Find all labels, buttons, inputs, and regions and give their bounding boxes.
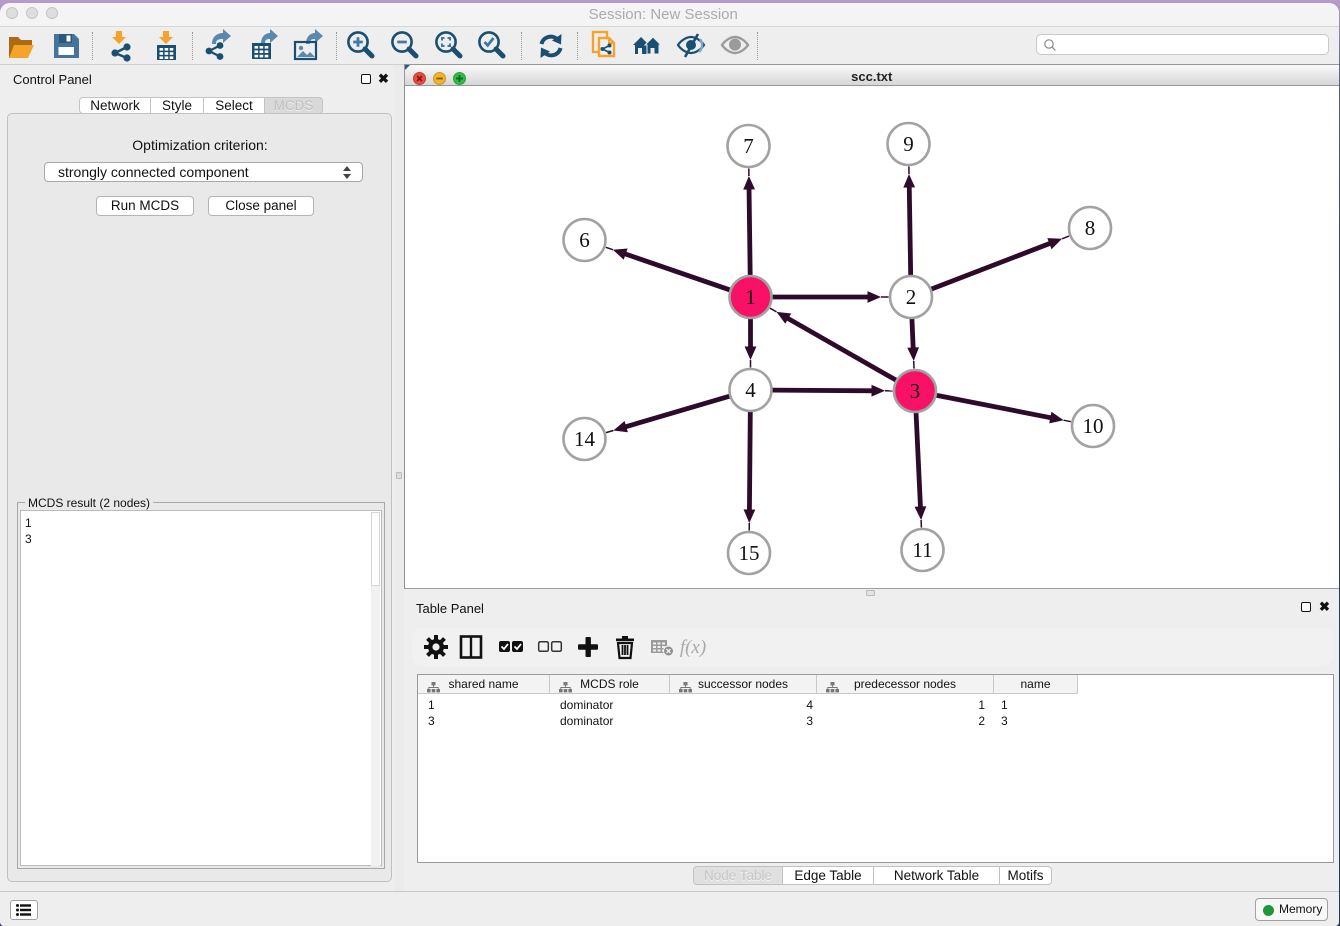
svg-text:4: 4 [745,378,756,402]
svg-text:3: 3 [910,379,921,403]
svg-text:1: 1 [745,285,756,309]
svg-text:8: 8 [1085,216,1096,240]
svg-text:9: 9 [903,132,914,156]
svg-text:7: 7 [743,134,754,158]
svg-text:15: 15 [739,541,760,565]
svg-text:f(x): f(x) [680,637,706,658]
svg-text:11: 11 [912,538,932,562]
svg-text:2: 2 [906,285,917,309]
svg-text:10: 10 [1083,414,1104,438]
svg-text:14: 14 [574,427,596,451]
svg-text:6: 6 [579,228,590,252]
